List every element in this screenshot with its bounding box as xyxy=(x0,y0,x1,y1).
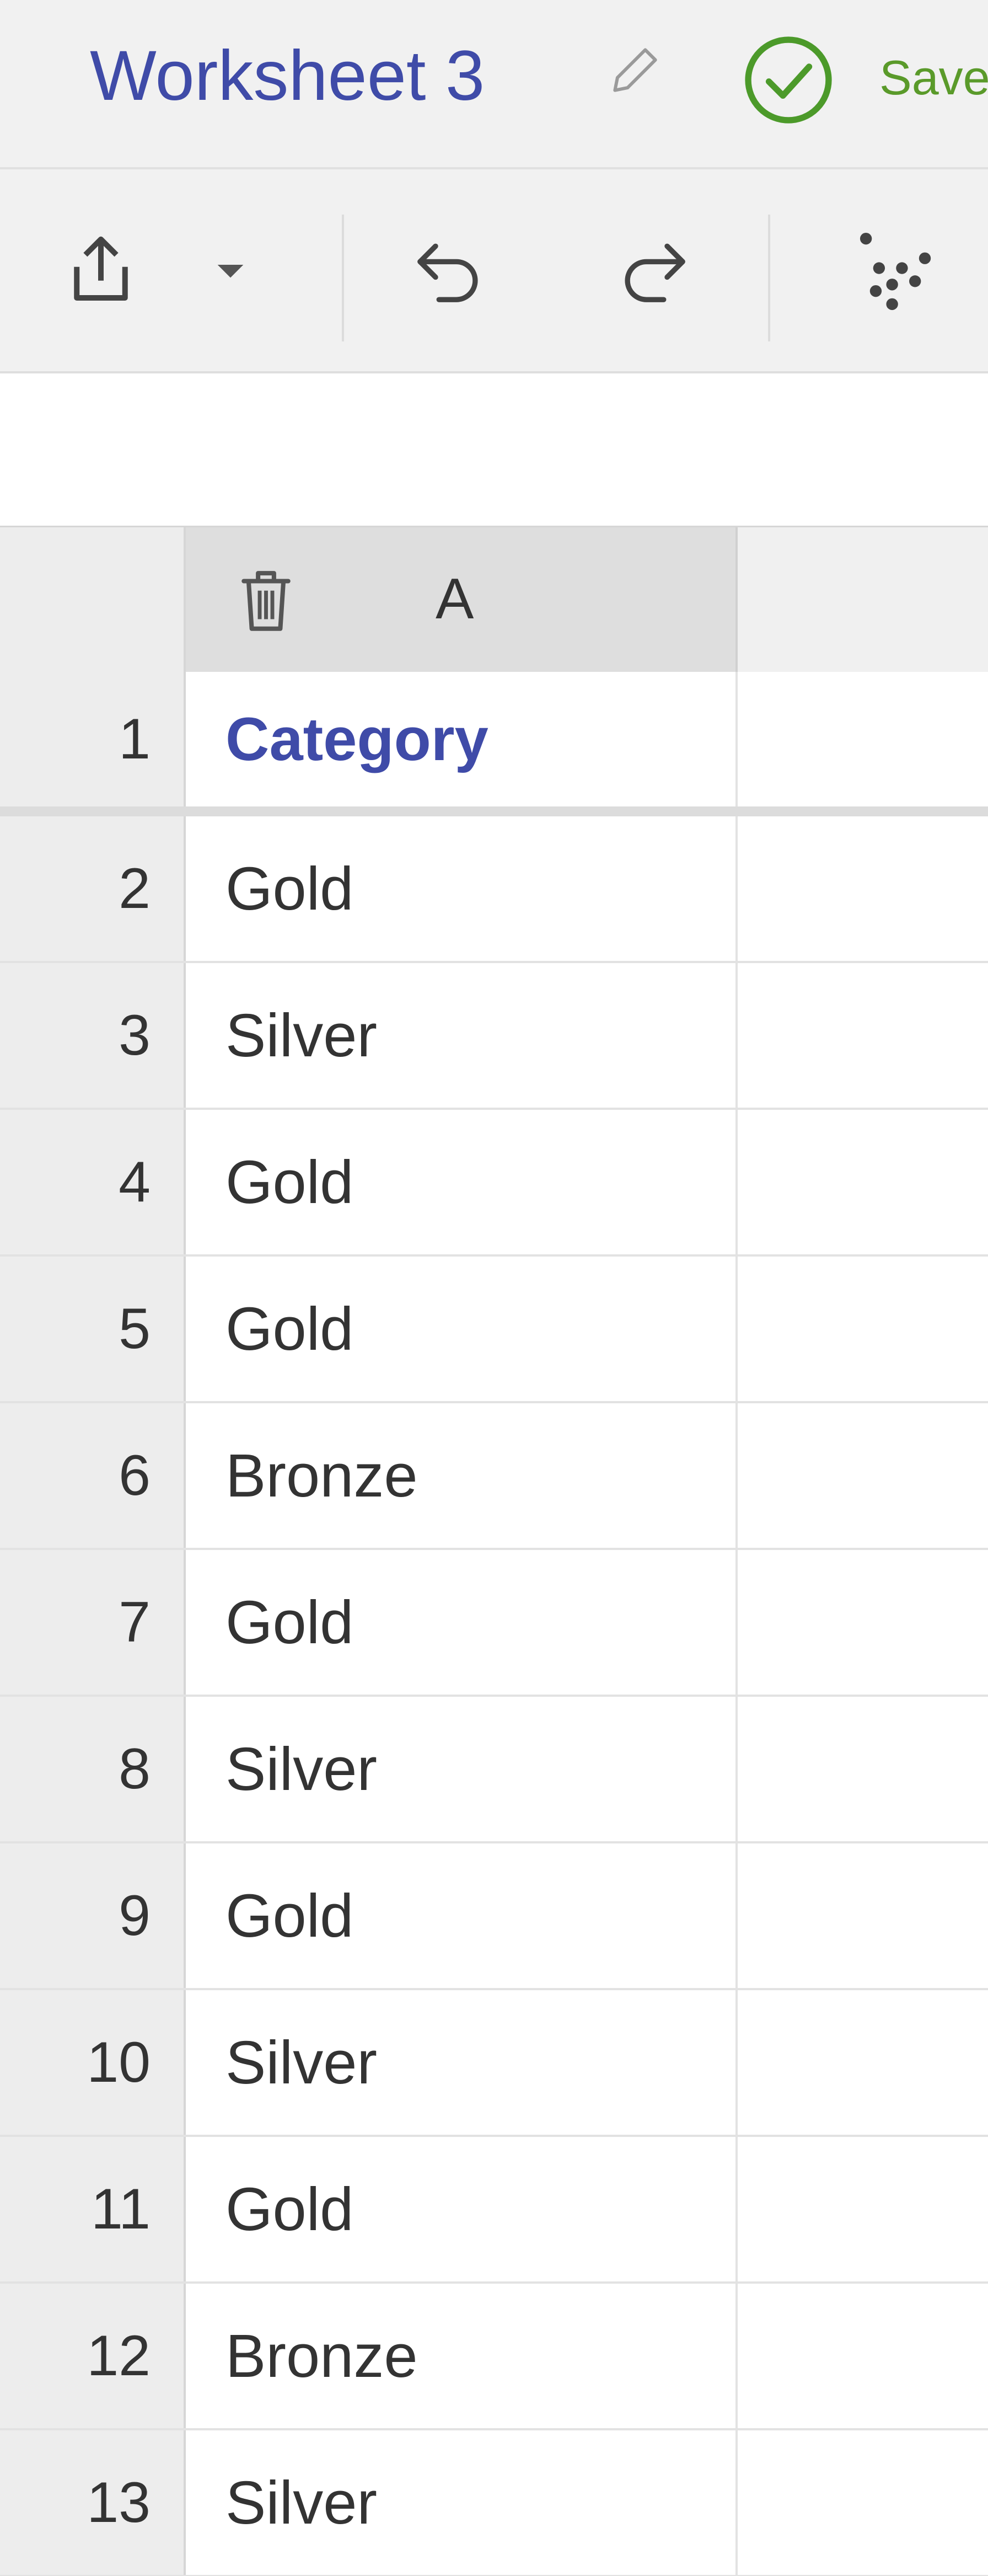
save-status: Save xyxy=(879,50,988,105)
row-number[interactable]: 6 xyxy=(0,1403,186,1548)
grid-rows: 1 Category 2 Gold 3 Silver 4 Gold 5 Gold… xyxy=(0,672,988,2576)
cell-b4[interactable] xyxy=(738,1110,988,1254)
share-icon xyxy=(73,236,128,301)
formula-area[interactable] xyxy=(0,373,988,526)
cell-a1[interactable]: Category xyxy=(186,672,738,806)
cell-b10[interactable] xyxy=(738,1990,988,2135)
table-row: 3 Silver xyxy=(0,963,988,1110)
cell-a6[interactable]: Bronze xyxy=(186,1403,738,1548)
row-number[interactable]: 13 xyxy=(0,2430,186,2575)
table-row: 1 Category xyxy=(0,672,988,816)
table-row: 7 Gold xyxy=(0,1550,988,1697)
cell-a2[interactable]: Gold xyxy=(186,816,738,961)
cell-a10[interactable]: Silver xyxy=(186,1990,738,2135)
table-row: 6 Bronze xyxy=(0,1403,988,1550)
share-dropdown-button[interactable] xyxy=(201,241,259,299)
cell-a5[interactable]: Gold xyxy=(186,1257,738,1401)
cell-b5[interactable] xyxy=(738,1257,988,1401)
cell-b8[interactable] xyxy=(738,1697,988,1841)
dropdown-caret-icon xyxy=(217,264,243,277)
cell-b3[interactable] xyxy=(738,963,988,1108)
table-row: 4 Gold xyxy=(0,1110,988,1257)
cell-a8[interactable]: Silver xyxy=(186,1697,738,1841)
title-bar: Worksheet 3 Save xyxy=(0,0,988,169)
share-button[interactable] xyxy=(55,225,146,316)
table-row: 13 Silver xyxy=(0,2430,988,2576)
column-letter-a: A xyxy=(436,567,474,631)
table-row: 2 Gold xyxy=(0,816,988,963)
row-number[interactable]: 3 xyxy=(0,963,186,1108)
row-number[interactable]: 10 xyxy=(0,1990,186,2135)
cell-b12[interactable] xyxy=(738,2284,988,2428)
row-number[interactable]: 11 xyxy=(0,2137,186,2281)
select-all-corner[interactable] xyxy=(0,527,186,672)
redo-icon xyxy=(625,243,685,302)
cell-b6[interactable] xyxy=(738,1403,988,1548)
cell-a12[interactable]: Bronze xyxy=(186,2284,738,2428)
cell-b2[interactable] xyxy=(738,816,988,961)
cell-b11[interactable] xyxy=(738,2137,988,2281)
cell-a4[interactable]: Gold xyxy=(186,1110,738,1254)
table-row: 11 Gold xyxy=(0,2137,988,2284)
table-row: 8 Silver xyxy=(0,1697,988,1843)
table-row: 12 Bronze xyxy=(0,2284,988,2430)
cell-a9[interactable]: Gold xyxy=(186,1843,738,1988)
cell-a3[interactable]: Silver xyxy=(186,963,738,1108)
row-number[interactable]: 7 xyxy=(0,1550,186,1695)
scatter-plot-button[interactable] xyxy=(844,225,954,318)
row-number[interactable]: 2 xyxy=(0,816,186,961)
column-header-b[interactable] xyxy=(738,527,988,672)
table-row: 10 Silver xyxy=(0,1990,988,2137)
cell-a11[interactable]: Gold xyxy=(186,2137,738,2281)
redo-button[interactable] xyxy=(606,225,700,316)
row-number[interactable]: 12 xyxy=(0,2284,186,2428)
toolbar xyxy=(0,169,988,373)
undo-icon xyxy=(417,243,478,302)
cell-a13[interactable]: Silver xyxy=(186,2430,738,2575)
toolbar-separator xyxy=(342,215,344,341)
worksheet-title[interactable]: Worksheet 3 xyxy=(90,32,485,120)
undo-button[interactable] xyxy=(402,225,496,316)
column-header-a[interactable]: A xyxy=(186,527,738,672)
row-number[interactable]: 4 xyxy=(0,1110,186,1254)
row-number[interactable]: 5 xyxy=(0,1257,186,1401)
scatter-plot-icon xyxy=(860,232,931,311)
cell-b9[interactable] xyxy=(738,1843,988,1988)
table-row: 9 Gold xyxy=(0,1843,988,1990)
trash-icon[interactable] xyxy=(234,562,298,639)
cell-b7[interactable] xyxy=(738,1550,988,1695)
cell-a7[interactable]: Gold xyxy=(186,1550,738,1695)
row-number[interactable]: 9 xyxy=(0,1843,186,1988)
row-number[interactable]: 8 xyxy=(0,1697,186,1841)
check-circle-icon xyxy=(745,36,832,124)
cell-b1[interactable] xyxy=(738,672,988,806)
cell-b13[interactable] xyxy=(738,2430,988,2575)
column-header-row: A xyxy=(0,526,988,672)
table-row: 5 Gold xyxy=(0,1257,988,1403)
row-number[interactable]: 1 xyxy=(0,672,186,806)
pencil-icon[interactable] xyxy=(605,40,665,100)
toolbar-separator xyxy=(768,215,770,341)
worksheet-page: Worksheet 3 Save A 1 Category 2 Gold 3 S… xyxy=(0,0,988,2576)
